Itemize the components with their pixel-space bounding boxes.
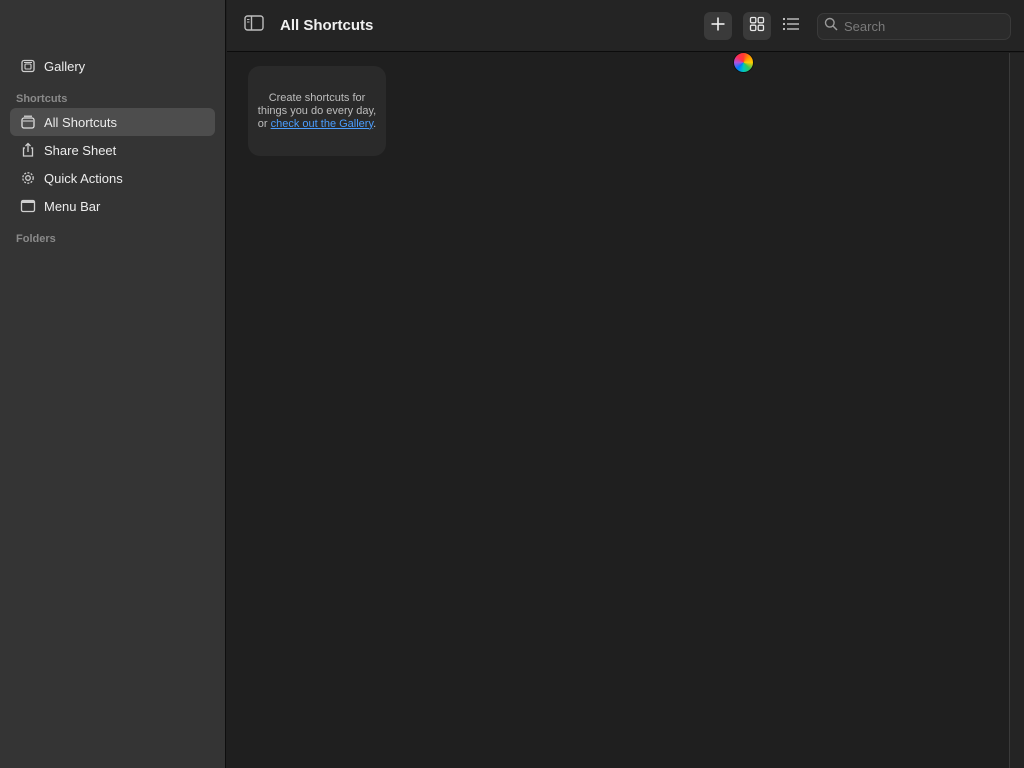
sidebar-item-gallery[interactable]: Gallery xyxy=(10,52,215,80)
grid-view-button[interactable] xyxy=(743,12,771,40)
gear-icon xyxy=(20,170,36,186)
search-icon xyxy=(824,17,838,36)
shortcuts-section-header: Shortcuts xyxy=(16,93,68,105)
list-view-button[interactable] xyxy=(777,12,805,40)
sidebar-toggle-button[interactable] xyxy=(243,14,265,36)
toolbar: All Shortcuts xyxy=(227,0,1024,52)
plus-icon xyxy=(710,16,726,37)
gallery-icon xyxy=(20,58,36,74)
sidebar-item-label: Gallery xyxy=(44,58,86,74)
sidebar: Gallery Shortcuts All Shortcuts Share Sh… xyxy=(0,0,226,768)
sidebar-item-share-sheet[interactable]: Share Sheet xyxy=(10,136,215,164)
add-shortcut-button[interactable] xyxy=(704,12,732,40)
folders-section-header: Folders xyxy=(16,233,56,245)
gallery-link[interactable]: check out the Gallery xyxy=(271,118,374,130)
list-view-icon xyxy=(782,17,800,36)
sidebar-item-all-shortcuts[interactable]: All Shortcuts xyxy=(10,108,215,136)
sidebar-item-label: All Shortcuts xyxy=(44,114,117,130)
search-field[interactable] xyxy=(817,13,1011,40)
scrollbar[interactable] xyxy=(1009,53,1024,768)
page-title: All Shortcuts xyxy=(280,17,374,34)
sidebar-item-menu-bar[interactable]: Menu Bar xyxy=(10,192,215,220)
menubar-icon xyxy=(20,198,36,214)
empty-state-message: Create shortcuts for things you do every… xyxy=(256,92,378,131)
empty-state-card: Create shortcuts for things you do every… xyxy=(248,66,386,156)
sidebar-item-label: Menu Bar xyxy=(44,198,101,214)
sidebar-item-label: Share Sheet xyxy=(44,142,117,158)
share-icon xyxy=(20,142,36,158)
stack-icon xyxy=(20,114,36,130)
color-wheel-cursor-icon xyxy=(733,52,754,73)
empty-state-text-end: . xyxy=(373,117,377,130)
grid-view-icon xyxy=(749,16,765,37)
sidebar-item-label: Quick Actions xyxy=(44,170,123,186)
sidebar-item-quick-actions[interactable]: Quick Actions xyxy=(10,164,215,192)
search-input[interactable] xyxy=(844,19,1004,34)
sidebar-toggle-icon xyxy=(244,14,264,36)
shortcuts-content-area xyxy=(227,53,1009,768)
